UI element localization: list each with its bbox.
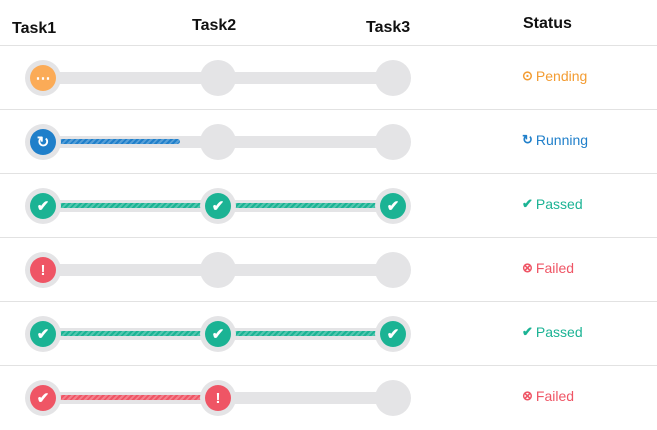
check-icon: ✔ xyxy=(30,321,56,347)
task-node-1[interactable]: ✔ xyxy=(25,380,61,416)
ellipsis-circle-status-icon: ⊙ xyxy=(522,68,533,83)
status-badge: ✔ Passed xyxy=(522,324,583,340)
check-icon: ✔ xyxy=(380,321,406,347)
connector-fill-passed xyxy=(43,331,218,336)
status-label: Pending xyxy=(535,68,588,84)
table-row: ✔! ⊗ Failed xyxy=(0,365,657,430)
status-badge: ✔ Passed xyxy=(522,196,583,212)
header-task2: Task2 xyxy=(192,17,237,34)
exclamation-status-icon: ⊗ xyxy=(522,388,533,403)
connector-fill-passed xyxy=(218,331,393,336)
status-badge: ↻ Running xyxy=(522,132,588,148)
connector-fill-passed xyxy=(218,203,393,208)
table-row: ⋯ ⊙ Pending xyxy=(0,45,657,110)
task-node-2[interactable] xyxy=(200,252,236,288)
task-node-2[interactable] xyxy=(200,60,236,96)
exclamation-icon: ! xyxy=(30,257,56,283)
status-label: Running xyxy=(535,132,589,148)
ellipsis-circle-icon: ⋯ xyxy=(30,65,56,91)
refresh-status-icon: ↻ xyxy=(522,132,533,147)
connector-fill-failed xyxy=(43,395,218,400)
header-task1: Task1 xyxy=(12,20,57,37)
status-label: Failed xyxy=(535,260,575,276)
check-icon: ✔ xyxy=(380,193,406,219)
connector-fill-passed xyxy=(43,203,218,208)
header-status: Status xyxy=(523,15,572,32)
task-node-2[interactable]: ✔ xyxy=(200,188,236,224)
header-task3: Task3 xyxy=(366,19,411,36)
status-label: Passed xyxy=(535,324,583,340)
task-node-2[interactable] xyxy=(200,124,236,160)
refresh-icon: ↻ xyxy=(30,129,56,155)
status-badge: ⊙ Pending xyxy=(522,68,587,84)
check-icon: ✔ xyxy=(30,385,56,411)
check-status-icon: ✔ xyxy=(522,196,533,211)
task-node-3[interactable] xyxy=(375,60,411,96)
task-node-1[interactable]: ⋯ xyxy=(25,60,61,96)
task-node-1[interactable]: ↻ xyxy=(25,124,61,160)
task-node-3[interactable]: ✔ xyxy=(375,188,411,224)
table-row: ✔ ✔ ✔ ✔ Passed xyxy=(0,301,657,366)
table-row: ↻ ↻ Running xyxy=(0,109,657,174)
exclamation-icon: ! xyxy=(205,385,231,411)
exclamation-status-icon: ⊗ xyxy=(522,260,533,275)
check-status-icon: ✔ xyxy=(522,324,533,339)
task-node-2[interactable]: ✔ xyxy=(200,316,236,352)
check-icon: ✔ xyxy=(205,321,231,347)
task-node-2[interactable]: ! xyxy=(200,380,236,416)
status-label: Passed xyxy=(535,196,583,212)
check-icon: ✔ xyxy=(30,193,56,219)
status-badge: ⊗ Failed xyxy=(522,388,574,404)
task-node-3[interactable]: ✔ xyxy=(375,316,411,352)
task-node-3[interactable] xyxy=(375,380,411,416)
task-node-3[interactable] xyxy=(375,252,411,288)
table-row: ! ⊗ Failed xyxy=(0,237,657,302)
check-icon: ✔ xyxy=(205,193,231,219)
task-node-1[interactable]: ! xyxy=(25,252,61,288)
table-row: ✔ ✔ ✔ ✔ Passed xyxy=(0,173,657,238)
status-badge: ⊗ Failed xyxy=(522,260,574,276)
task-node-3[interactable] xyxy=(375,124,411,160)
task-node-1[interactable]: ✔ xyxy=(25,316,61,352)
task-node-1[interactable]: ✔ xyxy=(25,188,61,224)
status-label: Failed xyxy=(535,388,575,404)
connector-fill-running xyxy=(43,139,180,144)
